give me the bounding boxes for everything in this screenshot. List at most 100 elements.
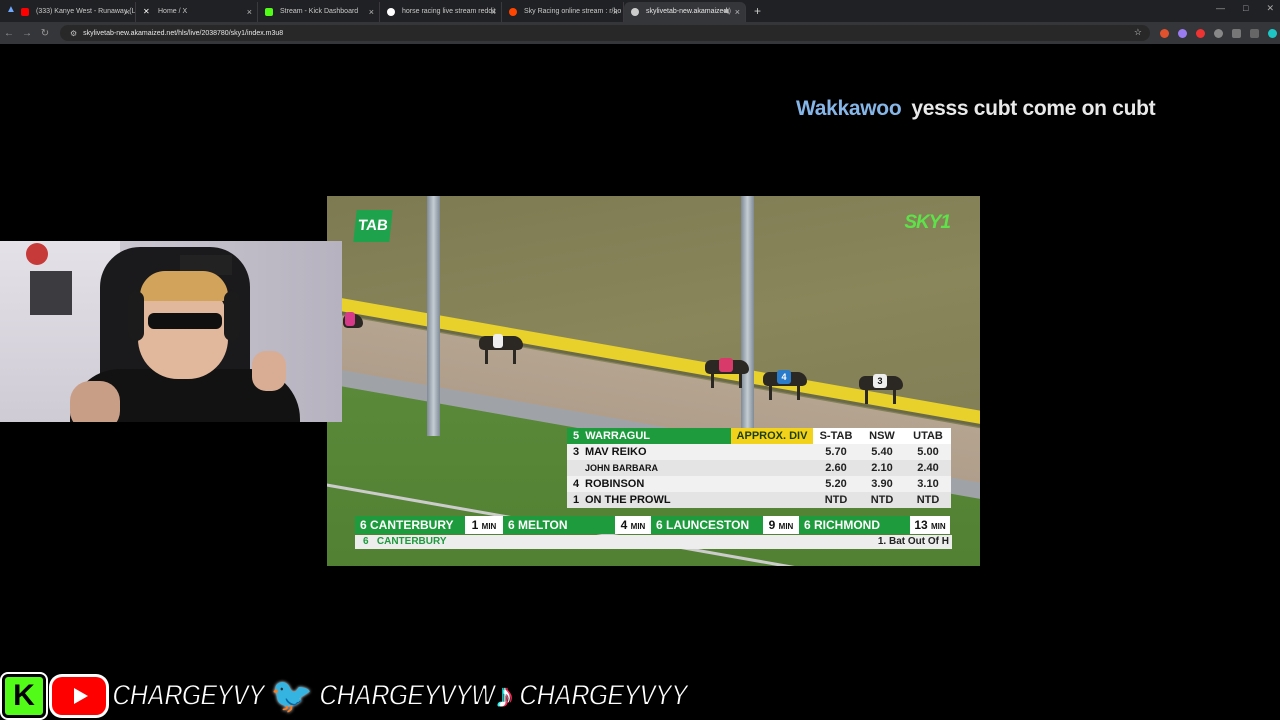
- extension-icon[interactable]: [1178, 28, 1187, 38]
- runner-number: 1: [572, 494, 580, 506]
- menu-icon[interactable]: [1250, 28, 1259, 38]
- minimize-icon[interactable]: —: [1216, 3, 1225, 14]
- browser-tab[interactable]: Stream - Kick Dashboard ×: [258, 2, 380, 22]
- odds-row: 4 ROBINSON 5.20 3.90 3.10: [567, 476, 951, 492]
- google-favicon-icon: [387, 8, 395, 16]
- ticker-minutes: 9 MIN: [763, 516, 799, 534]
- browser-tab[interactable]: ✕ Home / X ×: [136, 2, 258, 22]
- runner-number: 4: [572, 478, 580, 490]
- reddit-favicon-icon: [509, 8, 517, 16]
- tiktok-handle: CHARGEYVYY: [518, 678, 689, 713]
- chat-username: Wakkawoo: [796, 97, 902, 120]
- odds-value: 2.40: [917, 462, 939, 474]
- sky1-logo: SKY1: [904, 212, 951, 233]
- extensions: [1160, 28, 1277, 38]
- speaker-icon[interactable]: ◀): [723, 2, 731, 22]
- webcam-picture-frame: [30, 271, 72, 315]
- headset-icon: [224, 291, 240, 341]
- streamer-arm: [70, 381, 120, 422]
- odds-value: 5.20: [825, 478, 847, 490]
- close-tab-icon[interactable]: ×: [491, 2, 496, 22]
- results-venue: 6 CANTERBURY: [363, 536, 447, 547]
- tiktok-logo-icon: ♪: [496, 676, 514, 715]
- streamer-hair: [140, 271, 228, 301]
- kick-favicon-icon: [265, 8, 273, 16]
- tab-title: Sky Racing online stream : r/ho: [524, 8, 622, 15]
- tab-logo: TAB: [353, 210, 393, 242]
- globe-favicon-icon: [631, 8, 639, 16]
- odds-value: NTD: [824, 494, 848, 506]
- odds-row: 1 ON THE PROWL NTD NTD NTD: [567, 492, 951, 508]
- extension-icon[interactable]: [1160, 28, 1169, 38]
- close-tab-icon[interactable]: ×: [735, 2, 740, 22]
- tab-title: (333) Kanye West - Runaway (L: [36, 8, 136, 15]
- tab-title: horse racing live stream reddit: [402, 8, 496, 15]
- url-text[interactable]: skylivetab-new.akamaized.net/hls/live/20…: [83, 30, 283, 37]
- tab-title: skylivetab-new.akamaized.: [646, 8, 730, 15]
- browser-tab[interactable]: Sky Racing online stream : r/ho ×: [502, 2, 624, 22]
- dog-rug: 4: [777, 370, 791, 384]
- bookmark-star-icon[interactable]: ☆: [1134, 27, 1142, 38]
- runner-number: [567, 460, 585, 476]
- browser-tab-active[interactable]: skylivetab-new.akamaized. ◀) ×: [624, 2, 746, 22]
- greyhound: 4: [763, 370, 807, 400]
- close-window-icon[interactable]: ✕: [1266, 3, 1274, 14]
- window-controls: — □ ✕: [1216, 3, 1274, 14]
- reload-icon[interactable]: ↻: [36, 28, 54, 39]
- next-races-ticker: 6 CANTERBURY 1 MIN 6 MELTON 4 MIN 6 LAUN…: [355, 516, 952, 534]
- odds-value: 5.40: [871, 446, 893, 458]
- forward-icon[interactable]: →: [18, 28, 36, 39]
- greyhound: [705, 358, 749, 388]
- ticker-venue: 6 CANTERBURY: [355, 516, 465, 534]
- new-tab-button[interactable]: +: [754, 4, 761, 18]
- dog-rug: 5: [345, 312, 355, 326]
- address-bar[interactable]: ⚙ skylivetab-new.akamaized.net/hls/live/…: [60, 25, 1150, 41]
- browser-tab[interactable]: (333) Kanye West - Runaway (L ×: [14, 2, 136, 22]
- twitter-logo-icon: 🐦: [270, 677, 313, 715]
- tab-title: Home / X: [158, 8, 188, 15]
- browser-tab[interactable]: horse racing live stream reddit ×: [380, 2, 502, 22]
- column-header: S-TAB: [813, 428, 859, 444]
- odds-value: 2.10: [871, 462, 893, 474]
- close-tab-icon[interactable]: ×: [369, 2, 374, 22]
- extension-icon[interactable]: [1196, 28, 1205, 38]
- ticker-venue: 6 LAUNCESTON: [651, 516, 763, 534]
- odds-value: 3.90: [871, 478, 893, 490]
- tab-title: Stream - Kick Dashboard: [280, 8, 359, 15]
- odds-value: 5.00: [917, 446, 939, 458]
- chat-text: yesss cubt come on cubt: [911, 97, 1156, 120]
- odds-row: 3 MAV REIKO 5.70 5.40 5.00: [567, 444, 951, 460]
- close-tab-icon[interactable]: ×: [125, 2, 130, 22]
- webcam-cap: [26, 243, 48, 265]
- twitter-handle: CHARGEYVYW: [318, 678, 496, 713]
- tab-strip: ▲ (333) Kanye West - Runaway (L × ✕ Home…: [0, 0, 1280, 22]
- sunglasses: [148, 313, 222, 329]
- close-tab-icon[interactable]: ×: [613, 2, 618, 22]
- close-tab-icon[interactable]: ×: [247, 2, 252, 22]
- back-icon[interactable]: ←: [0, 28, 18, 39]
- greyhound: [479, 334, 523, 364]
- greyhound: 3: [859, 374, 903, 404]
- runner-name: MAV REIKO: [585, 446, 647, 458]
- profile-avatar[interactable]: [1268, 28, 1277, 38]
- odds-panel: 5 WARRAGUL APPROX. DIV S-TAB NSW UTAB 3 …: [567, 428, 951, 508]
- puzzle-icon[interactable]: [1232, 28, 1241, 38]
- headset-icon: [128, 291, 144, 341]
- odds-value: NTD: [916, 494, 940, 506]
- extension-icon[interactable]: [1214, 28, 1223, 38]
- runner-name: ROBINSON: [585, 478, 645, 490]
- results-ticker: 6 CANTERBURY 1. Bat Out Of H: [355, 535, 952, 549]
- light-pole: [427, 196, 440, 436]
- race-video[interactable]: 4 3 5 TAB SKY1 5 WARRAGUL APPROX. DIV S-…: [327, 196, 980, 566]
- odds-value: NTD: [870, 494, 894, 506]
- odds-header: 5 WARRAGUL APPROX. DIV S-TAB NSW UTAB: [567, 428, 951, 444]
- chat-message: Wakkawoo yesss cubt come on cubt: [796, 97, 1156, 121]
- approx-div-label: APPROX. DIV: [731, 428, 813, 444]
- ticker-minutes: 1 MIN: [465, 516, 503, 534]
- site-info-icon[interactable]: ⚙: [70, 29, 77, 38]
- odds-value: 3.10: [917, 478, 939, 490]
- odds-value: 5.70: [825, 446, 847, 458]
- maximize-icon[interactable]: □: [1243, 3, 1248, 14]
- odds-row: JOHN BARBARA 2.60 2.10 2.40: [567, 460, 951, 476]
- ticker-venue: 6 MELTON: [503, 516, 615, 534]
